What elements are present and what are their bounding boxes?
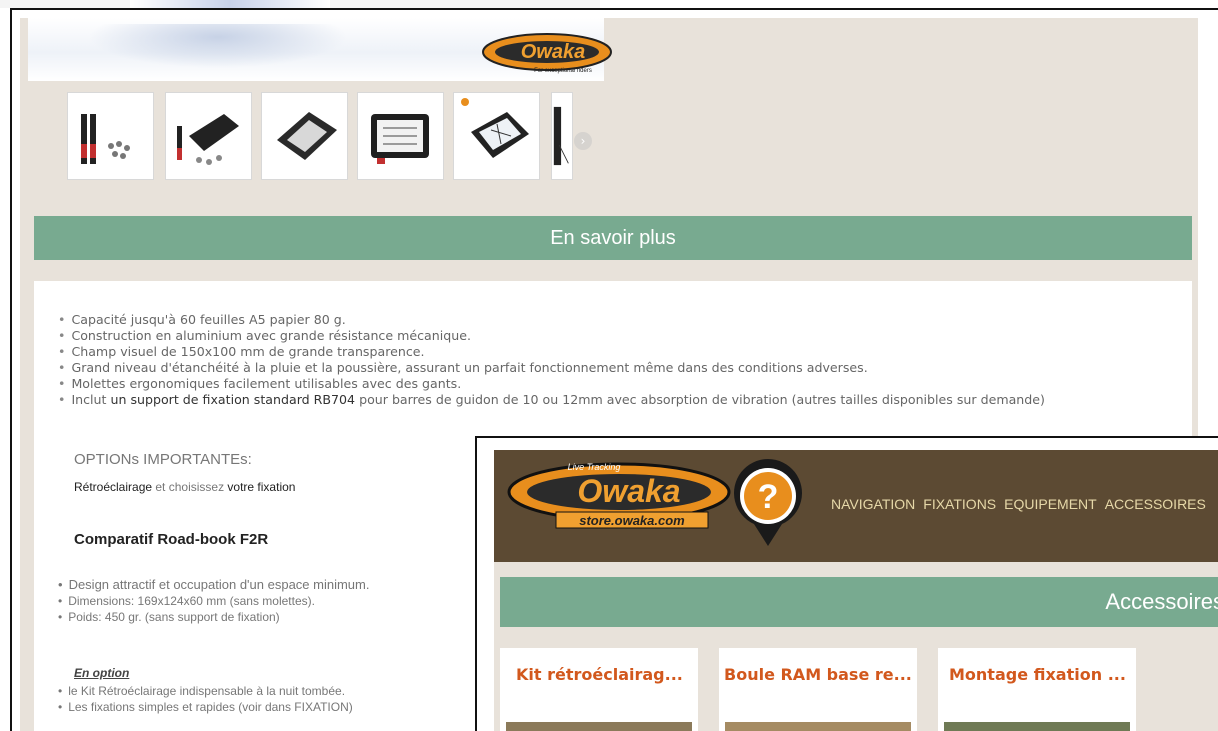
- list-item: Molettes ergonomiques facilement utilisa…: [58, 376, 1045, 392]
- product-photo-icon: [176, 114, 239, 165]
- product-title[interactable]: Boule RAM base re...: [724, 665, 912, 684]
- list-item: Inclut un support de fixation standard R…: [58, 392, 1045, 408]
- product-photo-icon: [460, 98, 529, 158]
- svg-text:?: ?: [758, 478, 779, 516]
- category-header: Accessoires: [500, 577, 1218, 627]
- list-item: Les fixations simples et rapides (voir d…: [58, 699, 353, 715]
- store-window: Owaka Live Tracking store.owaka.com ? NA…: [475, 436, 1218, 731]
- svg-text:Owaka: Owaka: [577, 473, 680, 509]
- banner-background: [88, 24, 348, 68]
- nav-item-accessoires[interactable]: ACCESSOIRES: [1105, 496, 1206, 512]
- section-title: En savoir plus: [550, 226, 676, 249]
- owaka-store-logo[interactable]: Owaka Live Tracking store.owaka.com ?: [504, 454, 814, 562]
- product-photo-icon: [370, 114, 429, 164]
- gallery-next-button[interactable]: ›: [574, 132, 592, 150]
- list-item-prefix: Inclut: [71, 392, 111, 407]
- product-card[interactable]: Boule RAM base re...: [719, 648, 917, 731]
- list-item: Dimensions: 169x124x60 mm (sans molettes…: [58, 593, 369, 609]
- product-card[interactable]: Montage fixation ...: [938, 648, 1136, 731]
- gallery-thumbnail[interactable]: [357, 92, 444, 180]
- product-photo-icon: [276, 112, 337, 160]
- options-title: OPTIONs IMPORTANTEs:: [74, 451, 252, 468]
- product-image[interactable]: [506, 722, 692, 731]
- list-item: le Kit Rétroéclairage indispensable à la…: [58, 683, 353, 699]
- main-navigation: NAVIGATION FIXATIONS EQUIPEMENT ACCESSOI…: [831, 496, 1206, 512]
- category-title: Accessoires: [1105, 589, 1218, 614]
- backlight-link[interactable]: Rétroéclairage: [74, 480, 152, 494]
- options-connector: et choisissez: [152, 480, 228, 494]
- list-item: Design attractif et occupation d'un espa…: [58, 577, 370, 593]
- nav-item-equipement[interactable]: EQUIPEMENT: [1004, 496, 1097, 512]
- option-list: le Kit Rétroéclairage indispensable à la…: [58, 683, 353, 715]
- gallery-thumbnail[interactable]: [551, 92, 573, 180]
- nav-item-fixations[interactable]: FIXATIONS: [923, 496, 996, 512]
- svg-text:For exceptional riders: For exceptional riders: [534, 68, 592, 74]
- top-decoration: [130, 0, 330, 8]
- svg-text:store.owaka.com: store.owaka.com: [579, 513, 685, 528]
- support-link[interactable]: un support de fixation standard RB704: [110, 392, 355, 407]
- product-image[interactable]: [944, 722, 1130, 731]
- options-text: Rétroéclairage et choisissez votre fixat…: [74, 480, 295, 494]
- product-photo-icon: [553, 106, 569, 166]
- gallery-thumbnail[interactable]: [453, 92, 540, 180]
- gallery-thumbnail[interactable]: [165, 92, 252, 180]
- owaka-logo[interactable]: Owaka For exceptional riders: [479, 30, 615, 76]
- product-image[interactable]: [725, 722, 911, 731]
- list-item-suffix: pour barres de guidon de 10 ou 12mm avec…: [355, 392, 1045, 407]
- product-card[interactable]: Kit rétroéclairag...: [500, 648, 698, 731]
- list-item: Construction en aluminium avec grande ré…: [58, 328, 1045, 344]
- svg-text:Live Tracking: Live Tracking: [568, 462, 621, 472]
- comparison-title: Comparatif Road-book F2R: [74, 531, 269, 548]
- product-photo-icon: [80, 114, 130, 164]
- spec-list: Design attractif et occupation d'un espa…: [58, 577, 369, 625]
- nav-item-navigation[interactable]: NAVIGATION: [831, 496, 915, 512]
- list-item: Poids: 450 gr. (sans support de fixation…: [58, 609, 369, 625]
- list-item: Champ visuel de 150x100 mm de grande tra…: [58, 344, 1045, 360]
- gallery-thumbnail[interactable]: [261, 92, 348, 180]
- store-header: Owaka Live Tracking store.owaka.com ? NA…: [494, 450, 1218, 562]
- list-item: Capacité jusqu'à 60 feuilles A5 papier 8…: [58, 312, 1045, 328]
- feature-list: Capacité jusqu'à 60 feuilles A5 papier 8…: [58, 312, 1045, 408]
- section-header: En savoir plus: [34, 216, 1192, 260]
- list-item: Grand niveau d'étanchéité à la pluie et …: [58, 360, 1045, 376]
- svg-text:Owaka: Owaka: [521, 41, 585, 63]
- product-title[interactable]: Montage fixation ...: [949, 665, 1126, 684]
- option-heading: En option: [74, 666, 130, 680]
- gallery-thumbnail[interactable]: [67, 92, 154, 180]
- site-banner: Owaka For exceptional riders: [28, 18, 612, 81]
- fixation-link[interactable]: votre fixation: [227, 480, 295, 494]
- product-title[interactable]: Kit rétroéclairag...: [516, 665, 683, 684]
